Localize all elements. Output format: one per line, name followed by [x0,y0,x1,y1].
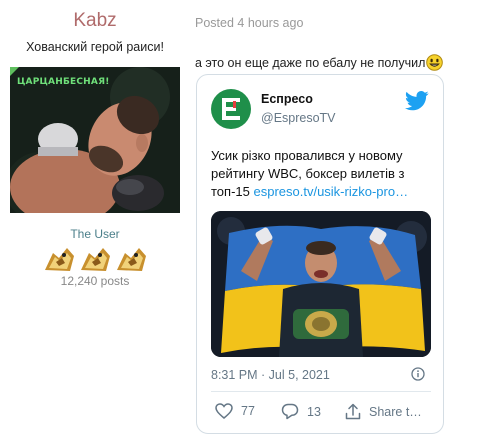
reply-button[interactable]: 13 [281,403,321,420]
like-count: 77 [241,404,255,418]
avatar-caption: ЦАРЦАНБЕСНАЯ! [17,77,110,87]
share-icon [345,403,361,420]
post-content: а это он еще даже по ебалу не получил [195,54,444,71]
post-text: а это он еще даже по ебалу не получил [195,56,426,70]
rank-fox-icon [43,244,76,273]
tweet-link[interactable]: espreso.tv/usik-rizko-pro… [253,184,408,199]
smiley-icon [426,54,444,71]
avatar-boxer-image [10,67,180,213]
reply-bubble-icon [281,403,299,420]
share-label: Share t… [369,404,422,419]
username-link[interactable]: Kabz [0,10,190,32]
tweet-divider [211,391,431,392]
embedded-tweet[interactable]: Еспресо @EspresoTV Усик різко провалився… [196,74,444,434]
twitter-bird-icon[interactable] [405,91,429,111]
tweet-author-avatar[interactable] [211,89,251,129]
tweet-author-handle[interactable]: @EspresoTV [261,111,336,125]
tweet-text: Усик різко провалився у новому рейтингу … [211,147,433,201]
user-avatar[interactable]: ЦАРЦАНБЕСНАЯ! [10,67,180,213]
rank-fox-icon [79,244,112,273]
post-timestamp[interactable]: Posted 4 hours ago [195,16,303,30]
reply-count: 13 [307,404,321,419]
tweet-actions: 77 13 Share t… [211,403,433,423]
post-count: 12,240 posts [60,274,130,288]
user-title: Хованский герой раиси! [26,40,164,54]
user-info-panel: Kabz Хованский герой раиси! ЦАРЦАНБЕСНАЯ… [0,0,190,444]
boxer-with-ukrainian-flag-image [211,211,431,357]
rank-icons [0,244,190,274]
tweet-media-image[interactable] [211,211,431,357]
user-rank: The User [70,227,120,241]
heart-icon [215,403,233,419]
info-icon[interactable] [411,367,425,381]
avatar-corner-badge [10,67,19,76]
tweet-author-name[interactable]: Еспресо [261,92,313,106]
like-button[interactable]: 77 [215,403,255,419]
rank-fox-icon [115,244,148,273]
espreso-logo-icon [222,98,240,120]
tweet-timestamp[interactable]: 8:31 PM · Jul 5, 2021 [211,368,330,382]
share-button[interactable]: Share t… [345,403,422,420]
